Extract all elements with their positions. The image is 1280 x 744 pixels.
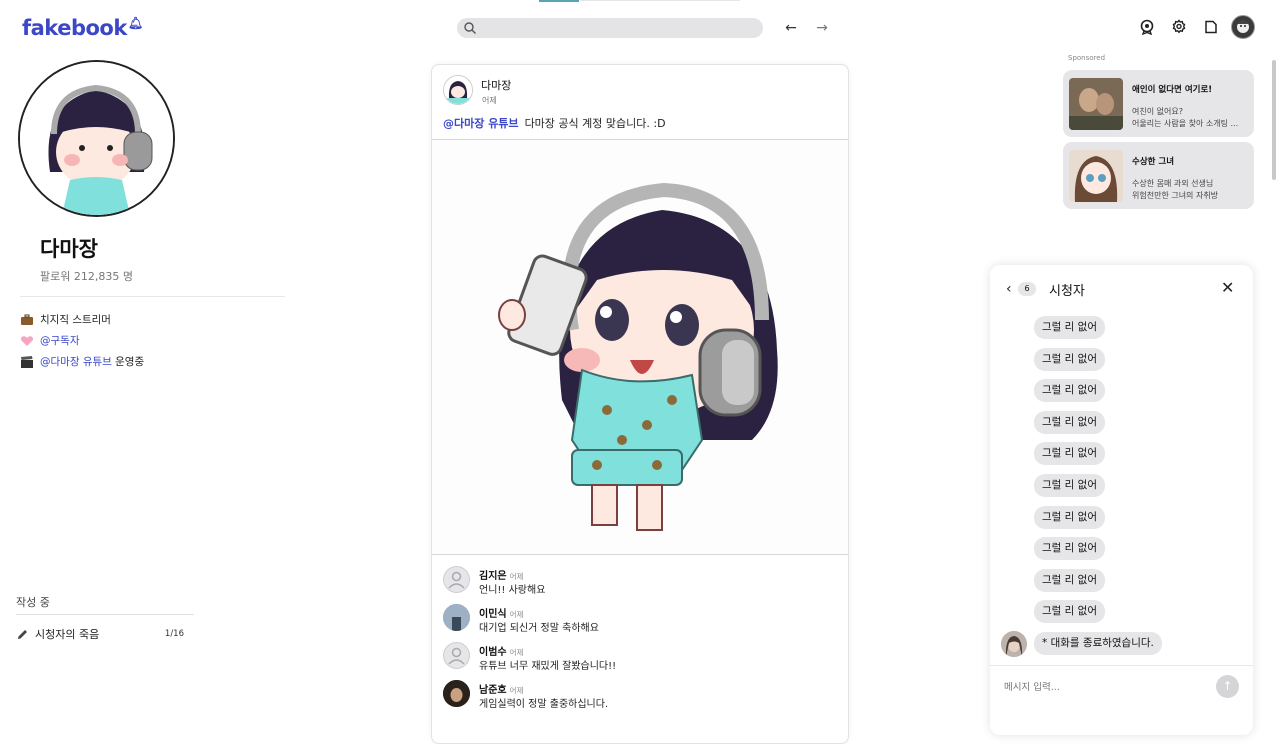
pencil-icon xyxy=(18,629,27,639)
post-card: 다마장 어제 @다마장 유튜브 다마장 공식 계정 맞습니다. :D 김지은 어… xyxy=(431,64,849,744)
search-icon xyxy=(464,22,476,34)
drafts-label: 작성 중 xyxy=(16,596,50,609)
profile-name: 다마장 xyxy=(40,237,98,261)
ad-card[interactable]: 수상한 그녀 수상한 몸매 과외 선생님 위험천만한 그녀의 자취방 xyxy=(1063,142,1254,209)
user-avatar[interactable] xyxy=(1231,15,1255,39)
bio-job-text: 치지직 스트리머 xyxy=(40,314,111,326)
draft-count: 1/16 xyxy=(164,629,184,639)
ad-thumbnail xyxy=(1069,78,1123,130)
system-message: * 대화를 종료하였습니다. xyxy=(1034,632,1162,655)
chat-message: 그럴 리 없어 xyxy=(1034,569,1105,592)
comment-time: 어제 xyxy=(509,610,524,619)
comment-time: 어제 xyxy=(509,686,524,695)
commenter-avatar[interactable] xyxy=(443,680,470,707)
comment-author[interactable]: 이민식 어제 xyxy=(479,605,523,620)
badge-icon[interactable] xyxy=(1136,16,1158,38)
subscriber-mention-link[interactable]: @구독자 xyxy=(40,333,79,348)
comment-time: 어제 xyxy=(509,572,524,581)
ad-desc-1: 수상한 몸매 과외 선생님 xyxy=(1132,179,1214,188)
chat-message: 그럴 리 없어 xyxy=(1034,316,1105,339)
profile-divider xyxy=(20,296,285,297)
comment-item: 남준호 어제 게임실력이 정말 출중하십니다. xyxy=(432,677,848,715)
comment-author[interactable]: 남준호 어제 xyxy=(479,681,523,696)
bio-line-subscribers: @구독자 xyxy=(20,333,79,348)
bell-icon: 🔔︎ xyxy=(127,16,143,30)
chat-message: 그럴 리 없어 xyxy=(1034,537,1105,560)
ad-title: 수상한 그녀 xyxy=(1132,157,1175,167)
chat-title: 시청자 xyxy=(1049,284,1085,299)
comment-item: 김지은 어제 언니!! 사랑해요 xyxy=(432,563,848,601)
ad-desc-2: 어울리는 사람을 찾아 소개팅 ... xyxy=(1132,119,1239,128)
chat-message: 그럴 리 없어 xyxy=(1034,506,1105,529)
chevron-left-icon[interactable]: ‹ xyxy=(1006,281,1012,297)
chat-message: 그럴 리 없어 xyxy=(1034,348,1105,371)
comment-text: 유튜브 너무 재밌게 잘봤습니다!! xyxy=(479,661,617,672)
ad-title: 애인이 없다면 여기로! xyxy=(1132,85,1213,95)
clapper-icon xyxy=(20,355,34,369)
post-author-name[interactable]: 다마장 xyxy=(481,77,511,93)
page-scrollbar[interactable] xyxy=(1272,60,1276,180)
post-author-avatar[interactable] xyxy=(443,75,473,105)
chat-message: 그럴 리 없어 xyxy=(1034,442,1105,465)
bio-line-job: 치지직 스트리머 xyxy=(20,312,111,327)
chat-message: 그럴 리 없어 xyxy=(1034,411,1105,434)
commenter-avatar[interactable] xyxy=(443,604,470,631)
send-arrow-icon[interactable]: ↑ xyxy=(1216,675,1239,698)
post-image[interactable] xyxy=(432,139,848,555)
comment-text: 대기업 되신거 정말 축하해요 xyxy=(479,623,599,634)
settings-gear-icon[interactable] xyxy=(1168,16,1190,38)
ad-thumbnail xyxy=(1069,150,1123,202)
ad-desc-2: 위험천만한 그녀의 자취방 xyxy=(1132,191,1219,200)
draft-item[interactable]: 시청자의 죽음 1/16 xyxy=(16,626,184,642)
bio-youtube-text: 운영중 xyxy=(111,356,145,368)
post-time: 어제 xyxy=(482,96,497,105)
unread-count-badge: 6 xyxy=(1018,282,1036,296)
follower-count: 팔로워 212,835 명 xyxy=(40,270,133,283)
default-avatar-icon[interactable] xyxy=(443,566,470,593)
comment-text: 언니!! 사랑해요 xyxy=(479,585,546,596)
sponsored-label: Sponsored xyxy=(1068,54,1106,62)
close-icon[interactable]: ✕ xyxy=(1221,278,1234,297)
comment-item: 이민식 어제 대기업 되신거 정말 축하해요 xyxy=(432,601,848,639)
comment-text: 게임실력이 정말 출중하십니다. xyxy=(479,699,609,710)
forward-button[interactable]: → xyxy=(812,18,832,38)
comment-author[interactable]: 김지은 어제 xyxy=(479,567,523,582)
post-body: 다마장 공식 계정 맞습니다. :D xyxy=(524,117,666,130)
bio-line-youtube: @다마장 유튜브 운영중 xyxy=(20,354,144,369)
chibi-selfie-illustration xyxy=(432,140,848,554)
search-input[interactable] xyxy=(457,18,763,38)
draft-title: 시청자의 죽음 xyxy=(35,628,100,641)
note-icon[interactable] xyxy=(1200,16,1222,38)
ad-desc-1: 여친이 없어요? xyxy=(1132,107,1183,116)
fakebook-logo[interactable]: fakebook🔔︎ xyxy=(22,16,143,40)
chat-panel: ‹ 6 시청자 ✕ 그럴 리 없어 그럴 리 없어 그럴 리 없어 그럴 리 없… xyxy=(990,265,1253,735)
youtube-mention-link[interactable]: @다마장 유튜브 xyxy=(40,356,112,368)
ad-card[interactable]: 애인이 없다면 여기로! 여친이 없어요? 어울리는 사람을 찾아 소개팅 ..… xyxy=(1063,70,1254,137)
chat-message: 그럴 리 없어 xyxy=(1034,600,1105,623)
chat-message: 그럴 리 없어 xyxy=(1034,379,1105,402)
chat-message: 그럴 리 없어 xyxy=(1034,474,1105,497)
briefcase-icon xyxy=(20,313,34,327)
chibi-avatar-illustration xyxy=(20,62,173,215)
tab-divider xyxy=(580,0,740,1)
active-tab-indicator xyxy=(539,0,579,2)
drafts-divider xyxy=(16,614,194,615)
chat-message-input[interactable] xyxy=(1004,682,1204,693)
post-mention-link[interactable]: @다마장 유튜브 xyxy=(443,117,519,130)
chat-partner-avatar xyxy=(1001,631,1027,657)
logo-text: fakebook xyxy=(22,16,127,40)
profile-picture[interactable] xyxy=(18,60,175,217)
comment-list: 김지은 어제 언니!! 사랑해요 이민식 어제 대기업 되신거 정말 축하해요 이범… xyxy=(432,563,848,715)
avatar-face-icon xyxy=(1237,19,1249,33)
comment-author[interactable]: 이범수 어제 xyxy=(479,643,523,658)
pink-heart-icon xyxy=(20,334,34,348)
comment-time: 어제 xyxy=(509,648,524,657)
comment-item: 이범수 어제 유튜브 너무 재밌게 잘봤습니다!! xyxy=(432,639,848,677)
post-text: @다마장 유튜브 다마장 공식 계정 맞습니다. :D xyxy=(443,115,666,131)
chat-divider xyxy=(990,665,1253,666)
back-button[interactable]: ← xyxy=(781,18,801,38)
default-avatar-icon[interactable] xyxy=(443,642,470,669)
